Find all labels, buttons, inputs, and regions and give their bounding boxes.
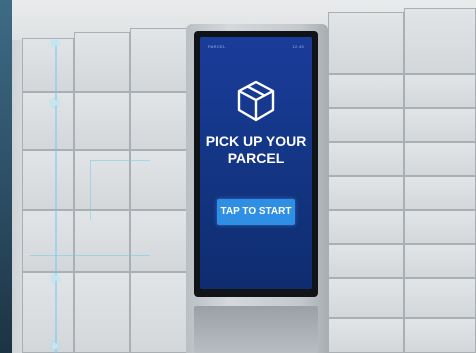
locker-wall-scene: PARCEL 12:45 PICK UP YOUR PARCEL TAP TO … (0, 0, 476, 353)
locker-door (404, 142, 476, 176)
headline-line-1: PICK UP YOUR (205, 133, 307, 149)
hologram-dot (52, 343, 58, 349)
locker-door (404, 176, 476, 210)
status-text-right: 12:45 (292, 44, 304, 49)
locker-door (22, 38, 74, 92)
locker-door (328, 278, 404, 318)
locker-door (328, 210, 404, 244)
locker-door (74, 210, 130, 272)
locker-door (404, 244, 476, 278)
locker-door (328, 108, 404, 142)
locker-door (404, 108, 476, 142)
left-edge-background (0, 0, 12, 353)
tap-to-start-button[interactable]: TAP TO START (217, 199, 295, 225)
hologram-line (30, 255, 150, 256)
hologram-line (90, 160, 150, 161)
locker-door (74, 92, 130, 150)
locker-door (404, 278, 476, 318)
locker-door (328, 12, 404, 74)
hologram-line (90, 160, 91, 220)
kiosk-base-panel (194, 306, 318, 353)
locker-door (22, 210, 74, 272)
hologram-line (55, 40, 57, 353)
kiosk-screen[interactable]: PARCEL 12:45 PICK UP YOUR PARCEL TAP TO … (200, 37, 312, 289)
kiosk: PARCEL 12:45 PICK UP YOUR PARCEL TAP TO … (186, 24, 328, 353)
locker-door (328, 74, 404, 108)
kiosk-bezel: PARCEL 12:45 PICK UP YOUR PARCEL TAP TO … (194, 31, 318, 297)
locker-door (130, 210, 188, 272)
hologram-dot (52, 40, 58, 46)
locker-door (328, 176, 404, 210)
hologram-dot (52, 275, 58, 281)
headline-line-2: PARCEL (227, 150, 285, 166)
locker-door (404, 210, 476, 244)
locker-door (404, 318, 476, 353)
hologram-dot (52, 100, 58, 106)
locker-door (74, 32, 130, 92)
locker-door (328, 318, 404, 353)
status-text-left: PARCEL (208, 44, 226, 49)
locker-door (130, 272, 188, 353)
locker-door (328, 244, 404, 278)
package-box-icon (237, 80, 275, 122)
locker-door (130, 28, 188, 92)
locker-door (328, 142, 404, 176)
locker-door (130, 92, 188, 150)
locker-door (404, 74, 476, 108)
kiosk-headline: PICK UP YOUR PARCEL (200, 133, 312, 167)
locker-door (22, 92, 74, 150)
locker-door (130, 150, 188, 210)
locker-door (22, 272, 74, 353)
locker-door (404, 8, 476, 74)
locker-door (22, 150, 74, 210)
locker-door (74, 150, 130, 210)
locker-door (74, 272, 130, 353)
